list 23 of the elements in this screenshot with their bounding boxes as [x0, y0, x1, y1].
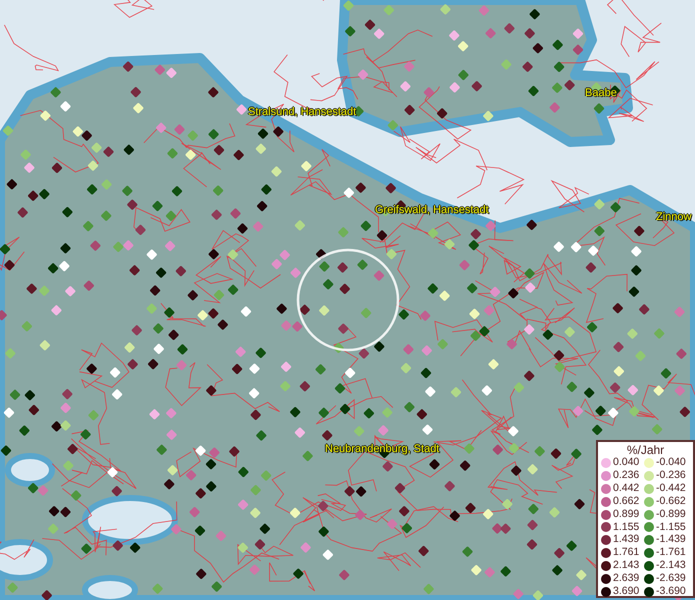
legend-value: 0.899	[613, 508, 640, 521]
legend-value: -3.690	[656, 586, 687, 598]
legend-value: -0.442	[656, 482, 687, 495]
legend-value: 0.236	[613, 470, 640, 482]
legend-value: 1.155	[613, 522, 640, 534]
legend-value: -2.639	[656, 573, 687, 586]
legend-value: -0.899	[656, 508, 687, 521]
legend-value: -0.236	[656, 470, 687, 482]
legend-value: 1.761	[613, 547, 640, 560]
legend-value: 2.639	[613, 573, 640, 586]
legend-value: 0.662	[613, 496, 640, 508]
legend-value: -2.143	[656, 560, 687, 572]
legend-value: -1.155	[656, 522, 687, 534]
legend-value: -0.662	[656, 496, 687, 508]
legend-value: -0.040	[656, 457, 687, 469]
legend-value: 2.143	[613, 560, 640, 572]
legend-value: -1.761	[656, 547, 687, 560]
legend-value: 0.442	[613, 482, 640, 495]
legend-value: 1.439	[613, 534, 640, 546]
legend-value: 3.690	[613, 586, 640, 598]
legend-value: 0.040	[613, 457, 640, 469]
legend-value: -1.439	[656, 534, 687, 546]
legend-title: %/Jahr	[626, 443, 666, 457]
